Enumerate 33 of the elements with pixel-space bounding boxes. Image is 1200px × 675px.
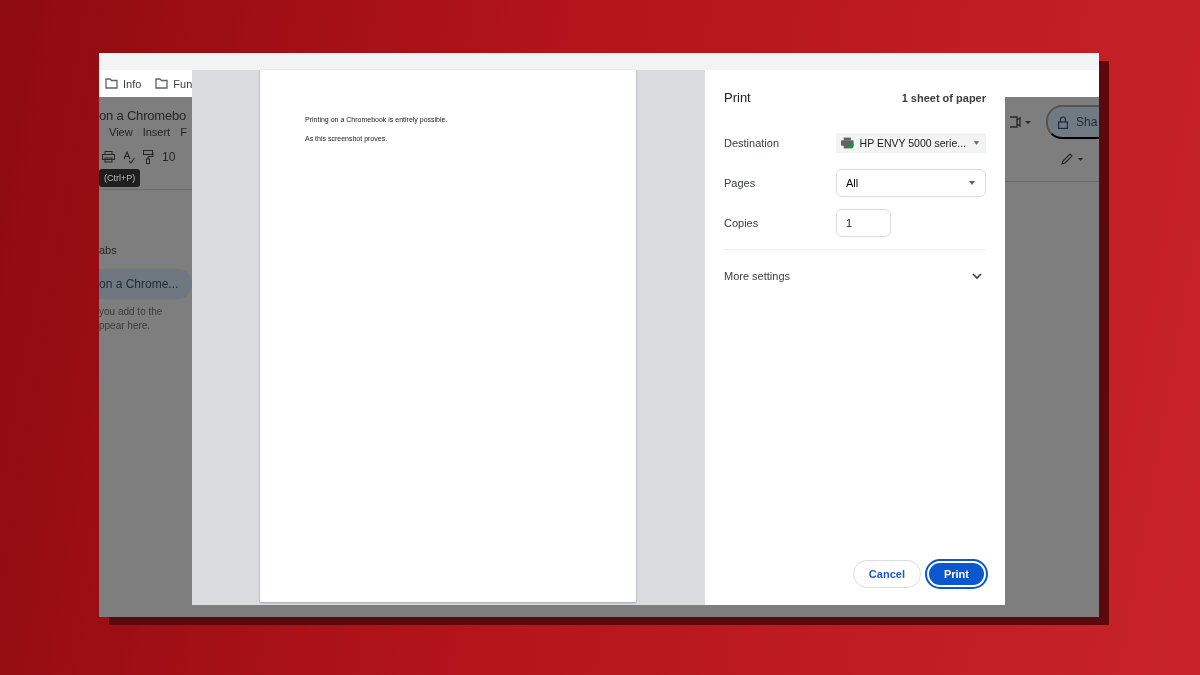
zoom-level[interactable]: 10 <box>162 150 176 164</box>
pages-dropdown[interactable]: All <box>836 169 986 197</box>
lock-icon <box>1058 115 1068 129</box>
folder-icon <box>105 78 118 89</box>
bookmark[interactable]: Info <box>105 77 142 90</box>
menu-item[interactable]: F <box>180 126 187 138</box>
cancel-button[interactable]: Cancel <box>852 560 921 588</box>
field-label: Destination <box>724 137 781 149</box>
video-camera-icon[interactable] <box>1010 116 1032 128</box>
menu-item[interactable]: View <box>109 126 133 138</box>
field-label: Copies <box>724 217 760 229</box>
paint-roller-icon[interactable] <box>143 150 154 164</box>
section-heading: abs <box>99 244 118 256</box>
destination-dropdown[interactable]: HP ENVY 5000 serie... <box>836 133 986 153</box>
copies-field[interactable]: 1 <box>836 209 891 237</box>
field-label: Pages <box>724 177 757 189</box>
pencil-icon[interactable] <box>1061 153 1085 165</box>
folder-icon <box>155 78 169 89</box>
sheet-count: 1 sheet of paper <box>901 91 986 104</box>
print-button[interactable]: Print <box>926 561 986 587</box>
chevron-icon <box>972 272 982 280</box>
tooltip: (Ctrl+P) <box>99 169 141 187</box>
caret-icon <box>972 138 981 148</box>
more-settings-toggle[interactable]: More settings <box>724 270 986 282</box>
dialog-title: Print <box>724 90 751 105</box>
hint-text: you add to the <box>99 305 164 319</box>
printer-icon[interactable] <box>102 151 115 163</box>
bookmark[interactable]: Fun <box>155 77 193 90</box>
hint-text: ppear here. <box>99 319 152 333</box>
printer-icon <box>841 137 854 149</box>
spellcheck-icon[interactable] <box>123 150 135 164</box>
menu-item[interactable]: Insert <box>142 126 171 138</box>
document-title: on a Chromebo <box>99 108 187 123</box>
